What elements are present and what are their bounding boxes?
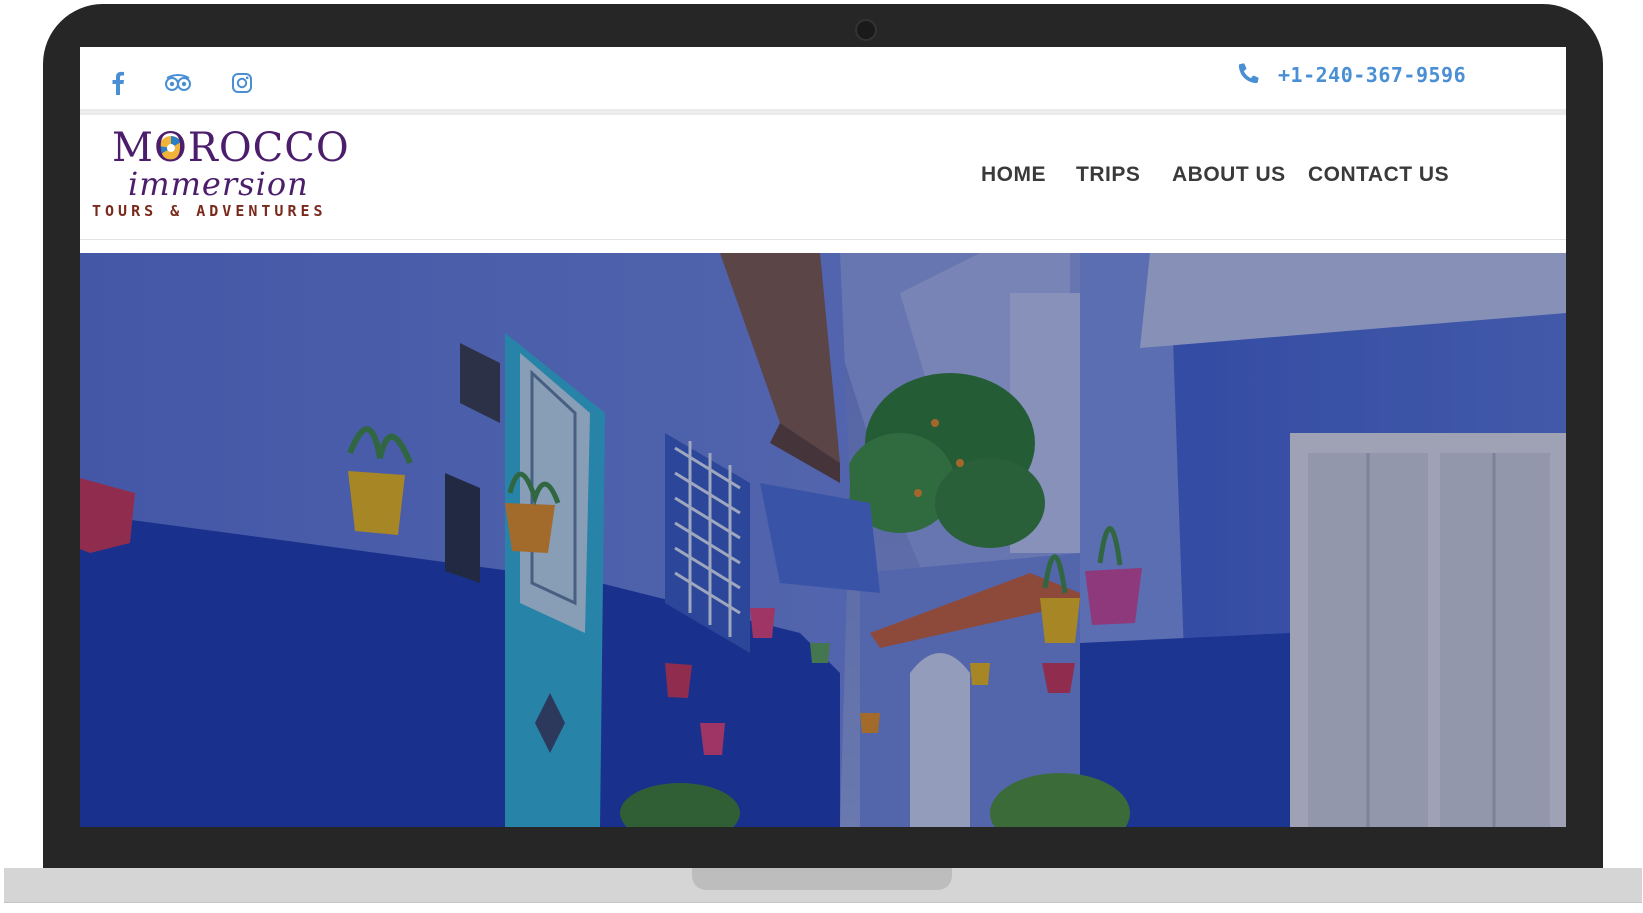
phone-contact[interactable]: +1-240-367-9596	[1238, 60, 1466, 90]
site-logo[interactable]: MOROCCO immersion TOURS & ADVENTURES	[92, 125, 362, 225]
site-header: MOROCCO immersion TOURS & ADVENTURES HOM…	[80, 115, 1566, 240]
nav-about-us[interactable]: ABOUT US	[1172, 163, 1286, 187]
top-bar: +1-240-367-9596	[80, 47, 1566, 115]
phone-number[interactable]: +1-240-367-9596	[1278, 63, 1466, 87]
logo-tagline: TOURS & ADVENTURES	[92, 202, 327, 220]
phone-icon	[1238, 62, 1260, 89]
hero-image	[80, 253, 1566, 827]
tripadvisor-icon[interactable]	[164, 69, 192, 97]
facebook-icon[interactable]	[104, 69, 132, 97]
page: +1-240-367-9596 MOROCCO immersion TOURS …	[0, 0, 1643, 913]
blue-alley-photo	[80, 253, 1566, 827]
browser-screen: +1-240-367-9596 MOROCCO immersion TOURS …	[80, 47, 1566, 827]
laptop-notch	[692, 868, 952, 890]
logo-line-2: immersion	[128, 165, 309, 203]
nav-contact-us[interactable]: CONTACT US	[1308, 163, 1449, 187]
webcam-icon	[855, 19, 877, 41]
nav-trips[interactable]: TRIPS	[1076, 163, 1140, 187]
nav-home[interactable]: HOME	[981, 163, 1046, 187]
instagram-icon[interactable]	[228, 69, 256, 97]
